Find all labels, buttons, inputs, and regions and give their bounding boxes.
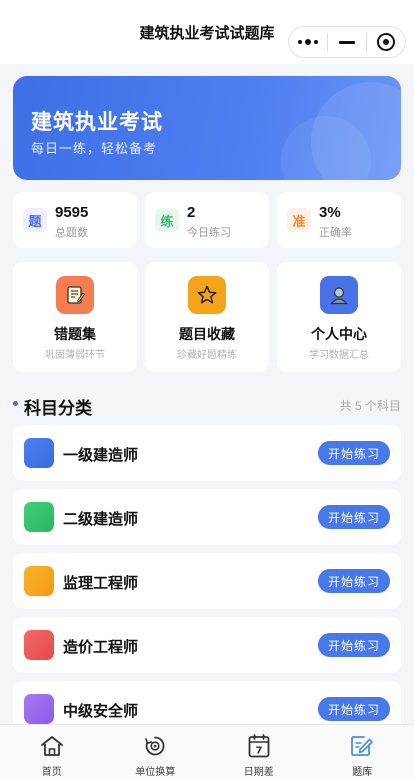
start-practice-button[interactable]: 开始练习 [318,633,390,657]
subject-item-second-class-constructor[interactable]: 二级建造师 开始练习 [13,489,401,545]
stat-total-questions: 题 9595 总题数 [13,192,137,248]
favorites-card[interactable]: 题目收藏 珍藏好题精练 [145,262,269,372]
accuracy-badge-icon: 准 [287,208,311,232]
tab-label: 题库 [352,767,373,778]
start-practice-button[interactable]: 开始练习 [318,505,390,529]
stat-today-practice: 练 2 今日练习 [145,192,269,248]
tab-label: 日期差 [243,767,274,778]
subject-color-icon [24,630,54,660]
stat-accuracy: 准 3% 正确率 [277,192,401,248]
minimize-button[interactable] [328,27,366,57]
subject-item-cost-engineer[interactable]: 造价工程师 开始练习 [13,617,401,673]
tab-question-bank[interactable]: 题库 [311,725,414,780]
more-button[interactable] [289,27,327,57]
hero-banner: 建筑执业考试 每日一练，轻松备考 [13,76,401,180]
section-dot-icon [13,401,18,406]
question-badge-icon: 题 [23,208,47,232]
stats-row: 题 9595 总题数 练 2 今日练习 准 3% 正确率 [13,192,401,248]
stat-label: 今日练习 [187,227,231,239]
feature-title: 题目收藏 [179,326,235,342]
subject-color-icon [24,566,54,596]
feature-title: 错题集 [54,326,96,342]
subject-section-header: 科目分类 共 5 个科目 [13,392,401,418]
start-practice-button[interactable]: 开始练习 [318,441,390,465]
more-dots-icon [298,39,318,45]
hero-subtitle: 每日一练，轻松备考 [31,141,158,156]
tab-label: 单位换算 [135,767,176,778]
section-title: 科目分类 [24,399,92,418]
feature-desc: 学习数据汇总 [309,350,369,361]
close-button[interactable] [367,27,405,57]
stat-value: 2 [187,204,196,221]
stat-value: 9595 [55,204,89,221]
subject-item-supervision-engineer[interactable]: 监理工程师 开始练习 [13,553,401,609]
subject-color-icon [24,502,54,532]
subject-name: 一级建造师 [63,447,139,464]
practice-badge-icon: 练 [155,208,179,232]
feature-cards: 错题集 巩固薄弱环节 题目收藏 珍藏好题精练 个人中心 学习数据汇总 [13,262,401,372]
tab-label: 首页 [41,767,62,778]
stat-label: 正确率 [319,227,352,239]
feature-desc: 巩固薄弱环节 [45,350,105,361]
convert-icon [141,733,169,759]
minus-icon [339,40,355,44]
edit-icon [348,733,376,759]
subject-count: 共 5 个科目 [339,399,401,413]
hero-title: 建筑执业考试 [31,111,163,134]
subject-item-first-class-constructor[interactable]: 一级建造师 开始练习 [13,425,401,481]
user-icon [320,276,358,314]
profile-card[interactable]: 个人中心 学习数据汇总 [277,262,401,372]
subject-name: 中级安全师 [63,703,139,720]
tab-date-difference[interactable]: 7 日期差 [207,725,311,780]
calendar-day-text: 7 [255,746,262,757]
subject-color-icon [24,694,54,724]
start-practice-button[interactable]: 开始练习 [318,569,390,593]
stat-value: 3% [319,204,341,221]
subject-name: 二级建造师 [63,511,139,528]
navigation-bar: 建筑执业考试试题库 [0,0,414,64]
subject-name: 造价工程师 [63,639,139,656]
page-title: 建筑执业考试试题库 [139,25,275,42]
feature-desc: 珍藏好题精练 [177,350,237,361]
bottom-tab-bar: 首页 单位换算 7 日期差 题库 [0,724,414,780]
notebook-icon [56,276,94,314]
tab-unit-conversion[interactable]: 单位换算 [104,725,208,780]
star-icon [188,276,226,314]
target-icon [377,33,395,51]
feature-title: 个人中心 [311,326,367,342]
start-practice-button[interactable]: 开始练习 [318,697,390,721]
subject-name: 监理工程师 [63,575,139,592]
wrong-questions-card[interactable]: 错题集 巩固薄弱环节 [13,262,137,372]
stat-label: 总题数 [55,227,88,239]
tab-home[interactable]: 首页 [0,725,104,780]
calendar-icon: 7 [245,733,273,759]
subject-color-icon [24,438,54,468]
home-icon [38,733,66,759]
mini-program-capsule [288,26,406,58]
